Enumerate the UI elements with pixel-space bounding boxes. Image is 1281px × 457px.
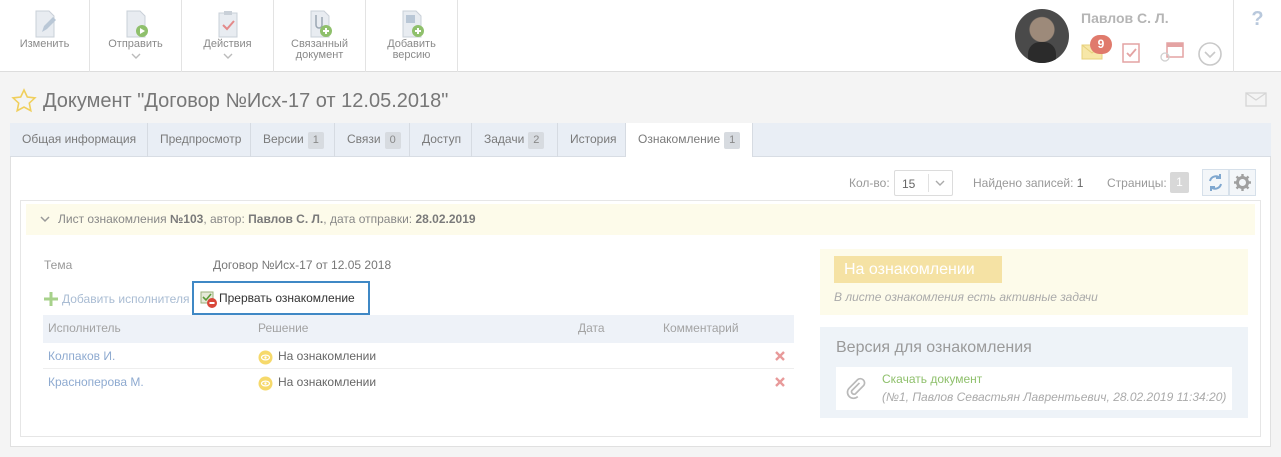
tab-preview[interactable]: Предпросмотр [148, 123, 251, 157]
send-button[interactable]: Отправить [90, 0, 182, 72]
version-title: Версия для ознакомления [836, 339, 1032, 356]
tab-versions[interactable]: Версии 1 [251, 123, 335, 157]
subject-label: Тема [44, 258, 73, 272]
actions-button[interactable]: Действия [182, 0, 274, 72]
decision-status: На ознакомлении [278, 375, 377, 389]
download-document-link[interactable]: Скачать документ [882, 372, 982, 386]
document-tabs: Общая информация Предпросмотр Версии 1 Св… [10, 123, 1271, 158]
document-header: Документ "Договор №Исх-17 от 12.05.2018" [0, 80, 1281, 120]
star-outline-icon[interactable] [11, 88, 37, 114]
refresh-icon [1209, 174, 1222, 191]
tab-access[interactable]: Доступ [410, 123, 472, 157]
delete-icon[interactable] [774, 376, 786, 388]
mail-icon[interactable] [1245, 92, 1267, 107]
executor-link[interactable]: Красноперова М. [48, 375, 144, 389]
edit-button[interactable]: Изменить [0, 0, 90, 72]
clipboard-check-icon [218, 11, 237, 38]
sheet-header[interactable]: Лист ознакомления №103, автор: Павлов С.… [26, 204, 1255, 235]
user-name: Павлов С. Л. [1081, 10, 1169, 26]
version-card: Скачать документ (№1, Павлов Севастьян Л… [836, 367, 1232, 410]
send-document-icon [126, 10, 148, 38]
dropdown-circle-icon[interactable] [1197, 41, 1223, 67]
gear-icon [1234, 174, 1251, 191]
add-version-icon [402, 10, 424, 38]
toolbar: Изменить Отправить Действия Связанный до… [0, 0, 1281, 72]
help-button[interactable]: ? [1233, 0, 1281, 72]
status-note: В листе ознакомления есть активные задач… [834, 290, 1098, 304]
column-decision[interactable]: Решение [258, 321, 308, 335]
plus-icon [44, 292, 58, 306]
paperclip-icon [846, 377, 866, 400]
page-number[interactable]: 1 [1170, 172, 1189, 193]
tab-count-badge: 1 [307, 132, 324, 149]
pages-label: Страницы: [1107, 176, 1167, 190]
linked-document-icon [310, 10, 332, 38]
tab-familiarization[interactable]: Ознакомление 1 [626, 123, 753, 158]
tab-history[interactable]: История [558, 123, 626, 157]
eye-status-icon [258, 350, 273, 365]
chevron-down-icon [223, 53, 232, 59]
decision-status: На ознакомлении [278, 349, 377, 363]
edit-document-icon [35, 10, 56, 38]
executor-link[interactable]: Колпаков И. [48, 349, 115, 363]
page-size-select[interactable]: 15 [894, 170, 953, 196]
table-row: Красноперова М. На ознакомлении [43, 369, 794, 395]
linked-document-button[interactable]: Связанный документ [274, 0, 366, 72]
tab-count-badge: 0 [384, 132, 401, 149]
calendar-icon[interactable] [1159, 41, 1185, 63]
interrupt-familiarization-button[interactable]: Прервать ознакомление [192, 281, 370, 315]
column-executor[interactable]: Исполнитель [48, 321, 121, 335]
subject-value: Договор №Исх-17 от 12.05 2018 [213, 258, 392, 272]
page-title: Документ "Договор №Исх-17 от 12.05.2018" [43, 90, 449, 112]
tab-count-badge: 1 [724, 132, 741, 149]
column-date[interactable]: Дата [578, 321, 605, 335]
page-size-label: Кол-во: [849, 176, 890, 190]
chevron-down-icon [40, 216, 50, 223]
add-version-button[interactable]: Добавить версию [366, 0, 458, 72]
column-comment[interactable]: Комментарий [663, 321, 739, 335]
delete-icon[interactable] [774, 350, 786, 362]
executors-table-header: Исполнитель Решение Дата Комментарий [43, 315, 794, 343]
avatar[interactable] [1015, 9, 1069, 63]
tab-general-info[interactable]: Общая информация [10, 123, 148, 157]
tab-tasks[interactable]: Задачи 2 [472, 123, 558, 157]
status-badge: На ознакомлении [834, 256, 1002, 283]
tab-links[interactable]: Связи 0 [335, 123, 410, 157]
task-check-icon[interactable] [1121, 41, 1141, 63]
settings-button[interactable] [1229, 169, 1256, 196]
tab-count-badge: 2 [528, 132, 545, 149]
version-meta: (№1, Павлов Севастьян Лаврентьевич, 28.0… [882, 390, 1227, 404]
notifications-badge[interactable]: 9 [1090, 35, 1112, 54]
stop-task-icon [200, 291, 217, 308]
eye-status-icon [258, 376, 273, 391]
table-row: Колпаков И. На ознакомлении [43, 343, 794, 369]
chevron-down-icon [131, 53, 140, 59]
chevron-down-icon [935, 180, 945, 186]
refresh-button[interactable] [1202, 169, 1229, 196]
records-found: Найдено записей: 1 [973, 176, 1084, 190]
